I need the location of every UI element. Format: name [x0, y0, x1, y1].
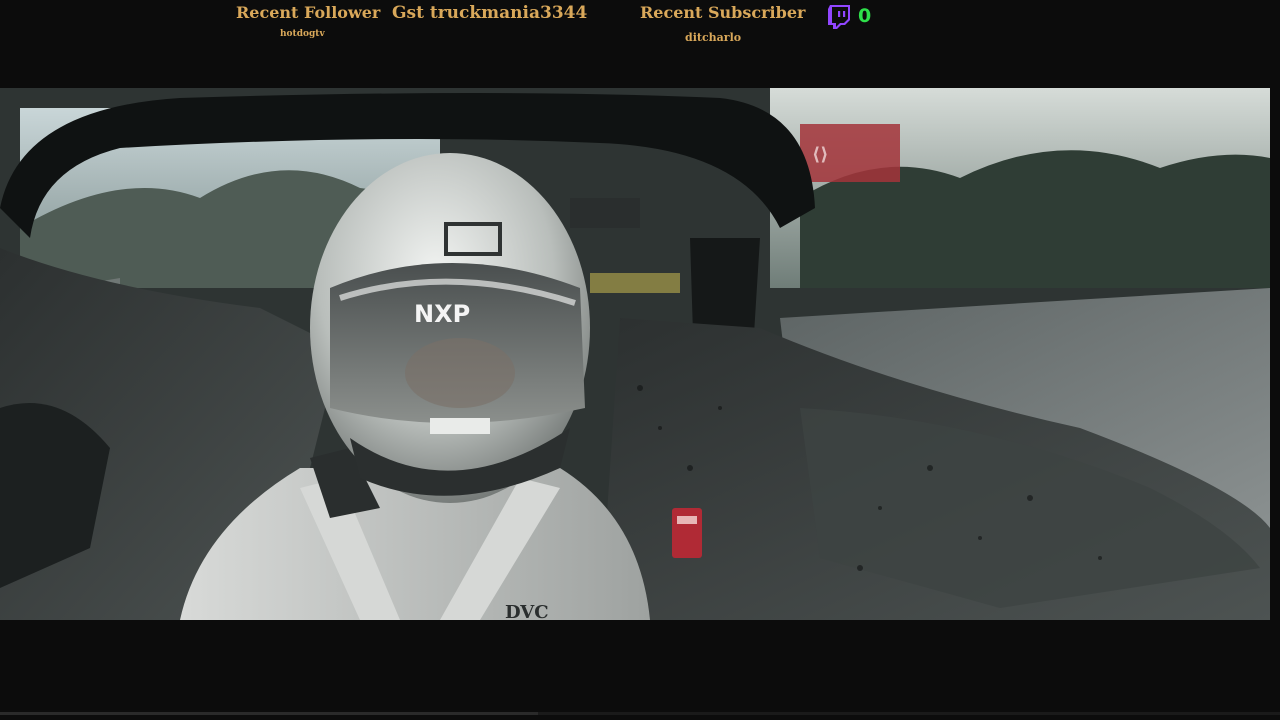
- video-frame-scene: ⟨⟩ DVC NXP: [0, 88, 1270, 620]
- sponsor-patch: DVC: [505, 602, 549, 620]
- recent-follower-name: hotdogtv: [280, 29, 325, 39]
- recent-subscriber-name: ditcharlo: [685, 31, 742, 44]
- recent-follower-label: Recent Follower: [236, 3, 381, 22]
- twitch-icon: [828, 5, 850, 29]
- helmet-logo: NXP: [414, 300, 470, 328]
- recent-subscriber-label: Recent Subscriber: [640, 3, 806, 22]
- stream-view: Recent Follower hotdogtv Gst truckmania3…: [0, 0, 1280, 720]
- video-progress-bar[interactable]: [0, 712, 1280, 715]
- svg-text:⟨⟩: ⟨⟩: [812, 144, 828, 165]
- video-progress-fill: [0, 712, 538, 715]
- viewer-count: 0: [858, 5, 872, 27]
- guest-label: Gst truckmania3344: [392, 3, 588, 23]
- video-player[interactable]: ⟨⟩ DVC NXP: [0, 88, 1270, 620]
